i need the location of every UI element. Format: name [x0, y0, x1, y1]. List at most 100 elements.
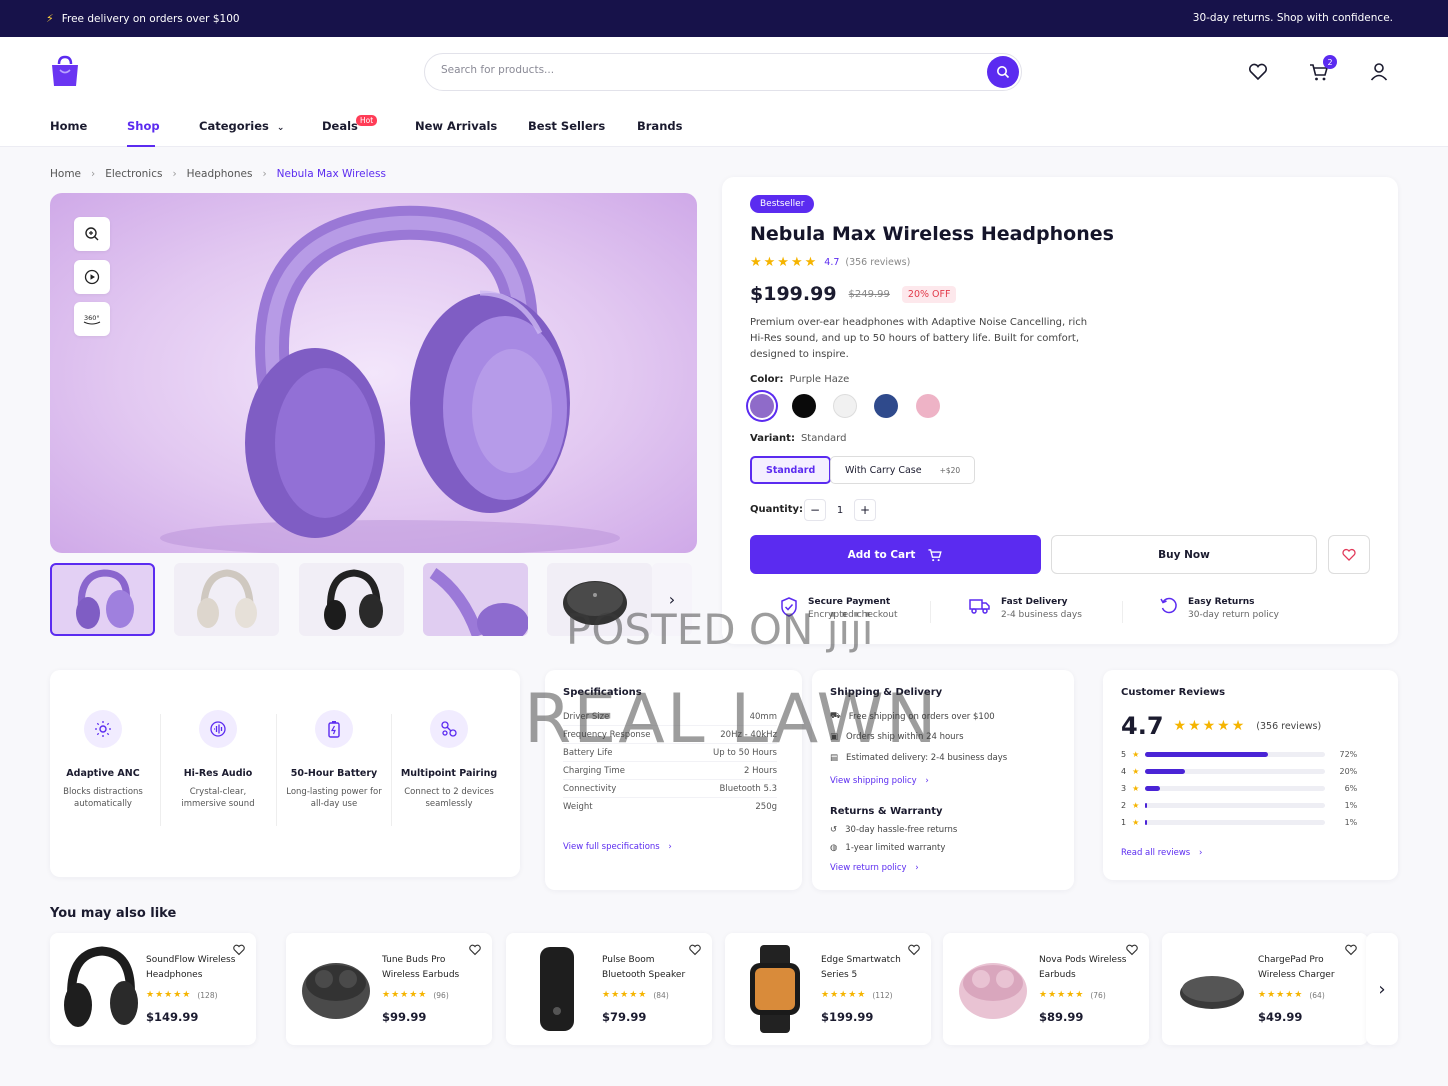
read-all-reviews-link[interactable]: Read all reviews › [1121, 848, 1202, 858]
rating-bar-1: 1 ★ 1% [1121, 818, 1371, 827]
zoom-button[interactable] [74, 217, 110, 251]
cart-button[interactable]: 2 [1308, 55, 1337, 83]
product-card[interactable]: Nova Pods Wireless Earbuds ★★★★★ (76) $89.9… [943, 933, 1149, 1045]
wishlist-toggle[interactable] [232, 943, 246, 960]
product-card-name[interactable]: ChargePad Pro Wireless Charger [1258, 953, 1353, 983]
perk-sub: 30-day return policy [1188, 610, 1279, 620]
variant-standard[interactable]: Standard [750, 456, 832, 484]
add-to-cart-label: Add to Cart [847, 548, 916, 561]
variant-carry-case[interactable]: With Carry Case +$20 [830, 456, 976, 484]
svg-text:360°: 360° [84, 314, 100, 322]
thumbnail-next-button[interactable]: › [652, 563, 692, 636]
rating-bar-track [1145, 820, 1326, 825]
breadcrumb-headphones[interactable]: Headphones [187, 168, 253, 180]
thumbnail-carry-case[interactable] [547, 563, 652, 636]
thumbnail-black-headphones[interactable] [299, 563, 404, 636]
color-swatch-white[interactable] [833, 394, 857, 418]
color-swatch-navy[interactable] [874, 394, 898, 418]
thumbnail-purple-headphones[interactable] [50, 563, 155, 636]
recommendations-next-button[interactable]: › [1366, 933, 1398, 1045]
product-main-image[interactable]: 360° [50, 193, 697, 553]
shop-logo[interactable] [50, 55, 80, 87]
nav-categories[interactable]: Categories ⌄ [199, 119, 284, 133]
wishlist-toggle[interactable] [907, 943, 921, 960]
shipping-row-text: Orders ship within 24 hours [846, 732, 964, 742]
return-arrow-icon: ↺ [830, 825, 838, 835]
color-swatch-black[interactable] [792, 394, 816, 418]
thumbnail-purple-detail[interactable] [423, 563, 528, 636]
search-input[interactable] [441, 64, 961, 76]
color-swatch-purple[interactable] [750, 394, 774, 418]
chevron-right-icon: › [262, 168, 267, 180]
rating-bar-track [1145, 769, 1326, 774]
thumbnail-white-headphones[interactable] [174, 563, 279, 636]
nav-home[interactable]: Home [50, 119, 87, 133]
spec-row: Weight 250g [563, 802, 777, 815]
feature-title: Adaptive ANC [66, 768, 140, 779]
variant-label: Variant: Standard [750, 433, 846, 444]
view-360-button[interactable]: 360° [74, 302, 110, 336]
shipping-card: Shipping & Delivery ⛟ Free shipping on or… [812, 670, 1074, 890]
product-card-name[interactable]: Nova Pods Wireless Earbuds [1039, 953, 1134, 983]
product-card-name[interactable]: SoundFlow Wireless Headphones [146, 953, 241, 983]
breadcrumb-electronics[interactable]: Electronics [105, 168, 162, 180]
buy-now-button[interactable]: Buy Now [1051, 535, 1317, 574]
nav-best-sellers[interactable]: Best Sellers [528, 119, 605, 133]
product-card[interactable]: Tune Buds Pro Wireless Earbuds ★★★★★ (96) $… [286, 933, 492, 1045]
variant-value: Standard [800, 433, 847, 444]
star-rating-icon: ★★★★★ [1039, 990, 1085, 1000]
reviews-title: Customer Reviews [1121, 687, 1226, 698]
heart-icon [233, 944, 245, 956]
add-to-cart-button[interactable]: Add to Cart [750, 535, 1041, 574]
nav-new-arrivals[interactable]: New Arrivals [415, 119, 497, 133]
shipping-row: ▤ Estimated delivery: 2-4 business days [830, 753, 1007, 763]
quantity-value[interactable]: 1 [826, 499, 854, 521]
nav-deals[interactable]: Deals [322, 119, 358, 133]
view-full-specs-link[interactable]: View full specifications › [563, 842, 672, 852]
wishlist-toggle[interactable] [468, 943, 482, 960]
breadcrumb-home[interactable]: Home [50, 168, 81, 180]
nav-brands[interactable]: Brands [637, 119, 682, 133]
shipping-title: Shipping & Delivery [830, 687, 943, 698]
rating-bar-track [1145, 786, 1326, 791]
truck-icon [969, 599, 990, 614]
specifications-card: Specifications Driver Size 40mm Frequency… [545, 670, 802, 890]
color-swatch-pink[interactable] [916, 394, 940, 418]
decrease-quantity-button[interactable]: − [804, 499, 826, 521]
wishlist-toggle[interactable] [1125, 943, 1139, 960]
account-button[interactable] [1368, 61, 1390, 83]
view-shipping-policy-link[interactable]: View shipping policy › [830, 776, 929, 786]
user-icon [1370, 63, 1388, 81]
increase-quantity-button[interactable]: + [854, 499, 876, 521]
spec-row: Charging Time 2 Hours [563, 766, 777, 780]
product-card-name[interactable]: Edge Smartwatch Series 5 [821, 953, 916, 983]
search-button[interactable] [987, 56, 1019, 88]
rating-star-label: 5 [1121, 750, 1127, 759]
add-to-wishlist-button[interactable] [1328, 535, 1370, 574]
nav-active-indicator [127, 145, 155, 147]
product-card-name[interactable]: Pulse Boom Bluetooth Speaker [602, 953, 697, 983]
quantity-label: Quantity: [750, 504, 803, 515]
announcement-bar: ⚡ Free delivery on orders over $100 30-d… [0, 0, 1448, 37]
lightning-icon: ⚡ [46, 12, 54, 25]
review-count[interactable]: (356 reviews) [845, 257, 910, 268]
wishlist-button[interactable] [1247, 61, 1269, 83]
nav-categories-label: Categories [199, 119, 269, 133]
star-rating-icon: ★★★★★ [382, 990, 428, 1000]
chevron-right-icon: › [1198, 848, 1203, 858]
product-card-rating: ★★★★★ (84) [602, 990, 669, 1000]
view-return-policy-link[interactable]: View return policy › [830, 863, 919, 873]
chevron-right-icon: › [1378, 978, 1386, 1000]
wishlist-toggle[interactable] [688, 943, 702, 960]
product-card-review-count: (112) [872, 990, 893, 1000]
play-video-button[interactable] [74, 260, 110, 294]
product-card[interactable]: ChargePad Pro Wireless Charger ★★★★★ (64) $… [1162, 933, 1368, 1045]
nav-shop[interactable]: Shop [127, 119, 160, 133]
product-card-price: $89.99 [1039, 1010, 1084, 1024]
product-card[interactable]: Edge Smartwatch Series 5 ★★★★★ (112) $199.9… [725, 933, 931, 1045]
product-card[interactable]: SoundFlow Wireless Headphones ★★★★★ (128) $… [50, 933, 256, 1045]
product-card-name[interactable]: Tune Buds Pro Wireless Earbuds [382, 953, 477, 983]
wishlist-toggle[interactable] [1344, 943, 1358, 960]
variant-standard-label: Standard [766, 464, 816, 476]
product-card[interactable]: Pulse Boom Bluetooth Speaker ★★★★★ (84) $79… [506, 933, 712, 1045]
